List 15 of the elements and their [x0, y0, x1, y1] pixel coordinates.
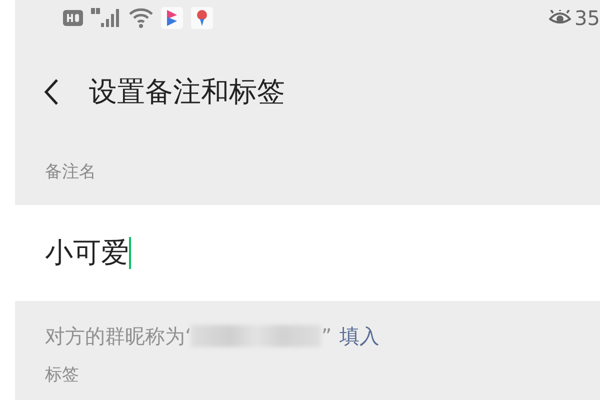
wifi-icon: [129, 8, 153, 28]
remark-input-field[interactable]: 小可爱: [15, 205, 600, 301]
back-icon[interactable]: [43, 78, 59, 106]
battery-level: 35: [574, 5, 600, 32]
signal-icon: [91, 8, 121, 28]
app-icon: [161, 7, 183, 29]
location-pin-icon: [191, 7, 213, 29]
fill-in-link[interactable]: 填入: [340, 321, 380, 351]
section-label: 标签: [45, 365, 79, 385]
quote-mark: ”: [321, 323, 332, 350]
hd-icon: [63, 10, 83, 26]
field-label: 备注名: [45, 162, 96, 182]
page-title: 设置备注和标签: [89, 74, 285, 110]
eye-icon: [548, 10, 571, 26]
hint-text: 对方的群昵称为‘: [45, 323, 192, 350]
